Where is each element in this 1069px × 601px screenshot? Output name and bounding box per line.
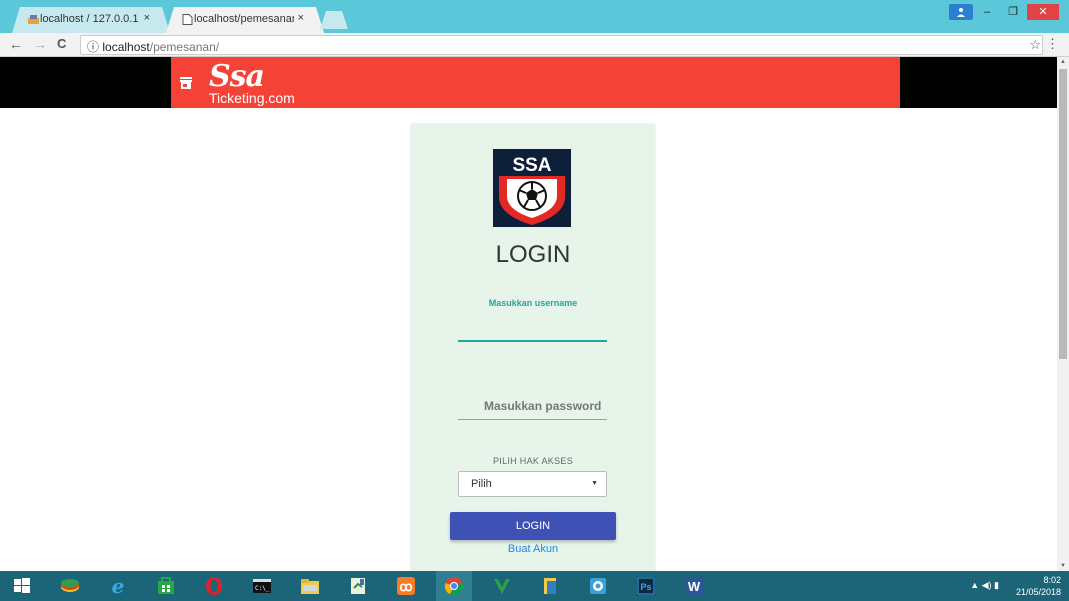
close-window-button[interactable]: ✕ [1027,4,1059,20]
access-level-label: PILIH HAK AKSES [492,456,574,466]
windows-taskbar: e C:\_ ꝏ Ps W ▲ ◀) ▮ 8:02 21/05/2018 [0,571,1069,601]
internet-explorer-icon[interactable]: e [108,576,128,596]
user-profile-icon[interactable] [949,4,973,20]
scroll-up-icon[interactable]: ▲ [1060,59,1066,65]
clock-time: 8:02 [1043,575,1061,585]
svg-text:e: e [112,576,125,596]
svg-text:ꝏ: ꝏ [399,579,412,594]
password-input[interactable] [458,392,607,420]
browser-titlebar: localhost / 127.0.0.1 | php × localhost/… [0,0,1069,33]
files-icon[interactable] [540,576,560,596]
logo-text: SSA [512,155,551,176]
opera-icon[interactable] [204,576,224,596]
url-host: localhost [102,40,150,54]
page-viewport: Ssa Ticketing.com SSA LOGIN Masukkan use… [0,57,1057,571]
new-tab-button[interactable] [320,11,348,29]
create-account-link[interactable]: Buat Akun [411,543,655,555]
window-controls: – ❐ ✕ [949,4,1059,20]
windows-start-icon[interactable] [12,576,32,596]
reload-button[interactable]: C [57,36,66,51]
movie-icon[interactable] [588,576,608,596]
bookmark-star-icon[interactable]: ☆ [1029,37,1041,53]
bluestacks-icon[interactable] [60,576,80,596]
photoshop-icon[interactable]: Ps [636,576,656,596]
system-tray-icons[interactable]: ▲ ◀) ▮ [970,580,999,591]
tab-close-icon[interactable]: × [144,12,150,24]
svg-text:W: W [688,579,701,594]
vim-icon[interactable] [492,576,512,596]
svg-text:Ps: Ps [640,582,651,592]
system-clock[interactable]: 8:02 21/05/2018 [1016,574,1061,598]
tab-close-icon[interactable]: × [298,12,304,24]
tab-pemesanan[interactable]: localhost/pemesanan/ × [166,7,324,33]
store-icon[interactable] [180,77,192,89]
word-icon[interactable]: W [684,576,704,596]
page-favicon-icon [182,14,193,25]
login-title: LOGIN [495,241,571,268]
xampp-icon[interactable]: ꝏ [396,576,416,596]
page-scrollbar[interactable]: ▲ ▼ [1057,57,1069,571]
brand-logo-text[interactable]: Ssa [209,59,265,94]
svg-text:C:\_: C:\_ [255,585,270,592]
forward-button[interactable]: → [33,36,47,52]
notepad-icon[interactable] [348,576,368,596]
tab-title: localhost / 127.0.0.1 | php [40,13,140,25]
url-path: /pemesanan/ [149,40,220,54]
site-info-icon[interactable]: ⓘ [87,40,99,54]
scroll-thumb[interactable] [1059,69,1067,359]
brand-subtitle: Ticketing.com [209,90,295,106]
url-input[interactable]: ⓘ localhost/pemesanan/ [80,35,1043,55]
access-level-select[interactable]: Pilih ▼ [458,471,607,497]
tab-title: localhost/pemesanan/ [194,13,294,25]
navbar-brand-area: Ssa Ticketing.com [171,57,900,108]
browser-menu-icon[interactable]: ⋮ [1046,36,1059,52]
phpmyadmin-favicon-icon [28,15,39,24]
username-label: Masukkan username [488,298,578,308]
clock-date: 21/05/2018 [1015,587,1061,597]
chrome-icon[interactable] [444,576,464,596]
login-card: SSA LOGIN Masukkan username PILIH HAK AK… [411,124,655,571]
username-input[interactable] [458,310,607,342]
tab-phpmyadmin[interactable]: localhost / 127.0.0.1 | php × [12,7,170,33]
restore-button[interactable]: ❐ [1001,4,1025,20]
login-button[interactable]: LOGIN [450,512,616,540]
cmd-icon[interactable]: C:\_ [252,576,272,596]
store-icon[interactable] [156,576,176,596]
back-button[interactable]: ← [9,36,23,52]
scroll-down-icon[interactable]: ▼ [1060,563,1066,569]
site-navbar: Ssa Ticketing.com [0,57,1057,108]
access-level-selected: Pilih [471,478,492,490]
minimize-button[interactable]: – [975,4,999,20]
ssa-logo: SSA [493,149,571,227]
file-explorer-icon[interactable] [300,576,320,596]
chevron-down-icon: ▼ [591,480,598,487]
address-bar-row: ← → C ⓘ localhost/pemesanan/ ☆ ⋮ [0,33,1069,57]
